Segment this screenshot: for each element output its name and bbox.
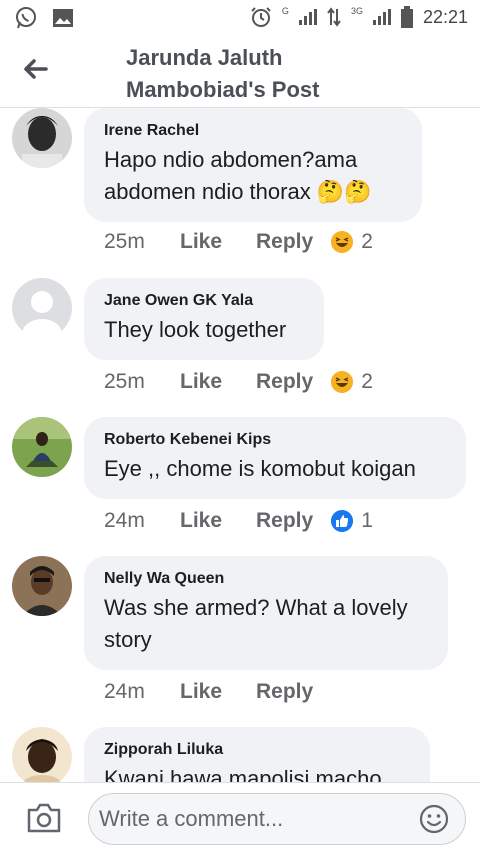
signal-icon-2	[372, 9, 391, 25]
comment-bubble[interactable]: Irene Rachel Hapo ndio abdomen?ama abdom…	[84, 108, 422, 222]
comment-actions: 24m Like Reply 1	[104, 509, 373, 533]
comment-text: Hapo ndio abdomen?ama abdomen ndio thora…	[104, 147, 372, 204]
comment-actions: 24m Like Reply	[104, 680, 331, 704]
comment-text: Was she armed? What a lovely story	[104, 595, 408, 652]
signal-icon	[298, 9, 317, 25]
comment-actions: 25m Like Reply 2	[104, 370, 373, 394]
page-title: Jarunda Jaluth Mambobiad's Post	[126, 45, 320, 102]
avatar[interactable]	[12, 556, 72, 616]
alarm-icon	[251, 7, 271, 27]
like-button[interactable]: Like	[180, 680, 256, 704]
comment-author[interactable]: Zipporah Liluka	[104, 739, 410, 761]
whatsapp-icon	[16, 7, 36, 29]
like-reaction-icon	[331, 510, 354, 532]
reaction-summary[interactable]: 2	[331, 370, 373, 394]
comment-author[interactable]: Irene Rachel	[104, 120, 402, 142]
reply-button[interactable]: Reply	[256, 509, 313, 533]
gallery-icon	[53, 9, 73, 27]
network-type-1: G	[281, 6, 289, 16]
avatar[interactable]	[12, 108, 72, 168]
smiley-icon[interactable]	[419, 804, 449, 834]
reply-button[interactable]: Reply	[256, 680, 313, 704]
comment-input[interactable]: Write a comment...	[88, 793, 466, 845]
comment-time[interactable]: 25m	[104, 370, 180, 394]
comment-bubble[interactable]: Jane Owen GK Yala They look together	[84, 278, 324, 360]
battery-icon	[400, 6, 413, 28]
haha-reaction-icon	[331, 371, 354, 393]
comment-composer: Write a comment...	[0, 782, 480, 854]
reply-button[interactable]: Reply	[256, 370, 313, 394]
reaction-summary[interactable]: 2	[331, 230, 373, 254]
reaction-count: 2	[361, 230, 373, 253]
comment-time[interactable]: 24m	[104, 680, 180, 704]
comment-actions: 25m Like Reply 2	[104, 230, 373, 254]
reaction-summary[interactable]: 1	[331, 509, 373, 533]
arrow-left-icon[interactable]	[20, 54, 50, 84]
comment-author[interactable]: Jane Owen GK Yala	[104, 290, 304, 312]
comment-bubble[interactable]: Roberto Kebenei Kips Eye ,, chome is kom…	[84, 417, 466, 499]
avatar[interactable]	[12, 278, 72, 338]
network-type-2: 3G	[350, 6, 363, 16]
comment-list[interactable]: Irene Rachel Hapo ndio abdomen?ama abdom…	[0, 108, 480, 782]
comment-bubble[interactable]: Zipporah Liluka Kwani hawa mapolisi mach…	[84, 727, 430, 782]
like-button[interactable]: Like	[180, 509, 256, 533]
avatar[interactable]	[12, 417, 72, 477]
data-transfer-icon	[327, 7, 341, 27]
like-button[interactable]: Like	[180, 370, 256, 394]
status-time: 22:21	[422, 6, 468, 27]
status-bar: G 3G 22:21	[0, 0, 480, 36]
post-header: Jarunda Jaluth Mambobiad's Post	[0, 36, 480, 108]
haha-reaction-icon	[331, 231, 354, 253]
avatar[interactable]	[12, 727, 72, 782]
comment-bubble[interactable]: Nelly Wa Queen Was she armed? What a lov…	[84, 556, 448, 670]
comment-author[interactable]: Roberto Kebenei Kips	[104, 429, 446, 451]
comment-text: Kwani hawa mapolisi macho	[104, 766, 382, 782]
comment-text: They look together	[104, 317, 287, 342]
camera-icon[interactable]	[26, 801, 62, 835]
comment-text: Eye ,, chome is komobut koigan	[104, 456, 416, 481]
comment-time[interactable]: 25m	[104, 230, 180, 254]
comment-author[interactable]: Nelly Wa Queen	[104, 568, 428, 590]
like-button[interactable]: Like	[180, 230, 256, 254]
comment-input-placeholder: Write a comment...	[99, 806, 284, 831]
reaction-count: 2	[361, 370, 373, 393]
comment-time[interactable]: 24m	[104, 509, 180, 533]
reply-button[interactable]: Reply	[256, 230, 313, 254]
reaction-count: 1	[361, 509, 373, 532]
